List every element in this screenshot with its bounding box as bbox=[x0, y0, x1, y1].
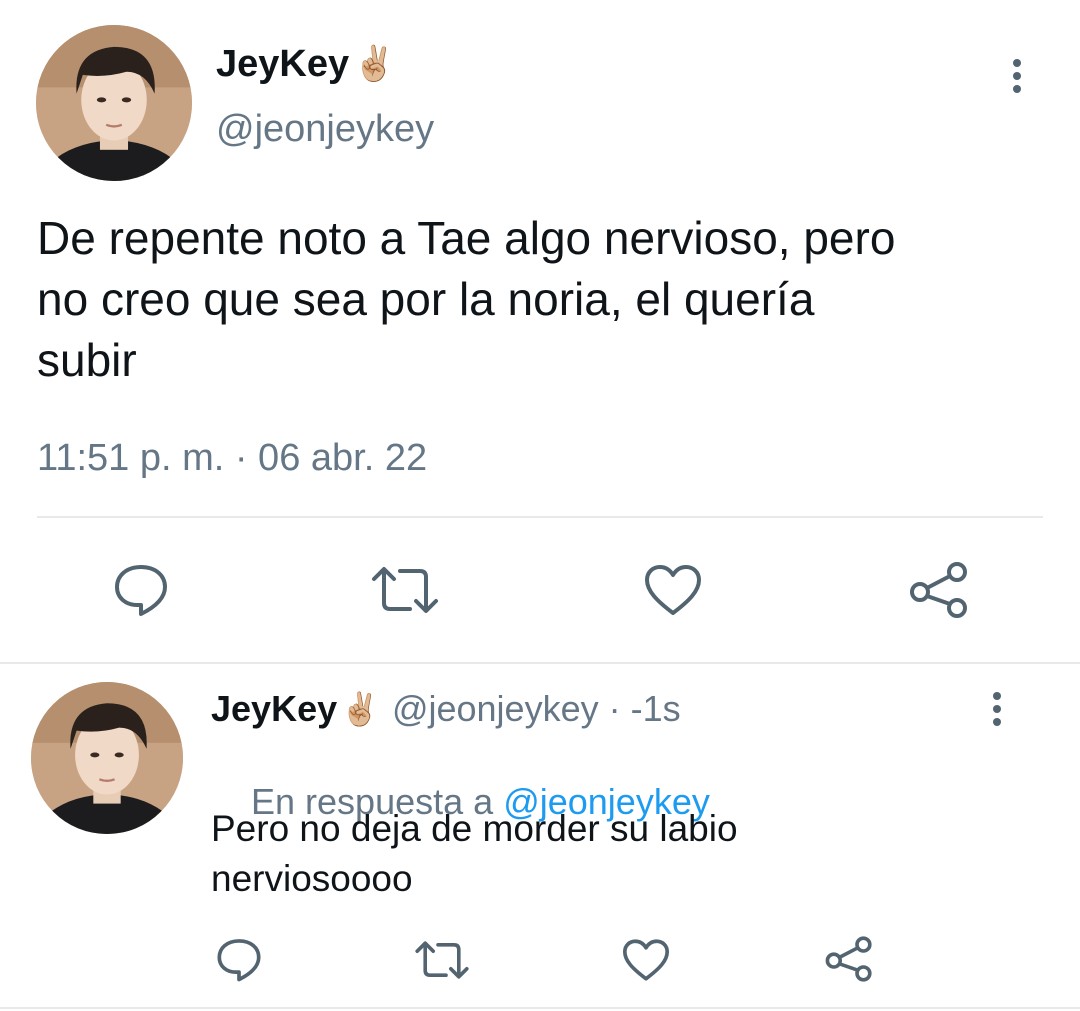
tweet-separator bbox=[0, 1007, 1080, 1009]
more-options-icon[interactable] bbox=[1012, 59, 1022, 93]
more-options-icon[interactable] bbox=[992, 692, 1002, 726]
tweet-text-line: De repente noto a Tae algo nervioso, per… bbox=[37, 212, 896, 264]
like-icon[interactable] bbox=[643, 563, 703, 617]
victory-hand-emoji-icon: ✌🏼 bbox=[340, 691, 380, 727]
avatar-image bbox=[36, 25, 192, 181]
reply-icon[interactable] bbox=[111, 561, 171, 617]
reply-header: JeyKey ✌🏼 @jeonjeykey · -1s bbox=[211, 686, 681, 732]
display-name[interactable]: JeyKey bbox=[216, 43, 349, 86]
retweet-icon[interactable] bbox=[414, 938, 470, 982]
reply-text: Pero no deja de morder su labio nervioso… bbox=[211, 804, 738, 904]
tweet-timestamp[interactable]: 11:51 p. m. · 06 abr. 22 bbox=[37, 437, 427, 480]
tweet-text-line: no creo que sea por la noria, el quería bbox=[37, 273, 815, 325]
retweet-icon[interactable] bbox=[370, 563, 440, 617]
avatar[interactable] bbox=[36, 25, 192, 181]
reply-text-line: nerviosoooo bbox=[211, 858, 413, 899]
divider bbox=[37, 516, 1043, 518]
reply-icon[interactable] bbox=[214, 936, 264, 982]
display-name[interactable]: JeyKey bbox=[211, 688, 337, 730]
victory-hand-emoji-icon: ✌🏼 bbox=[353, 45, 396, 83]
handle[interactable]: @jeonjeykey bbox=[216, 108, 434, 151]
reply-text-line: Pero no deja de morder su labio bbox=[211, 808, 738, 849]
avatar-image bbox=[31, 682, 183, 834]
share-icon[interactable] bbox=[908, 560, 970, 620]
display-name-row[interactable]: JeyKey ✌🏼 bbox=[216, 40, 395, 88]
tweet-separator bbox=[0, 662, 1080, 664]
tweet-text: De repente noto a Tae algo nervioso, per… bbox=[37, 208, 1057, 391]
handle[interactable]: @jeonjeykey bbox=[392, 688, 599, 730]
like-icon[interactable] bbox=[621, 938, 671, 982]
tweet-text-line: subir bbox=[37, 334, 137, 386]
tweet-time[interactable]: · -1s bbox=[599, 688, 681, 730]
share-icon[interactable] bbox=[824, 935, 874, 983]
avatar[interactable] bbox=[31, 682, 183, 834]
